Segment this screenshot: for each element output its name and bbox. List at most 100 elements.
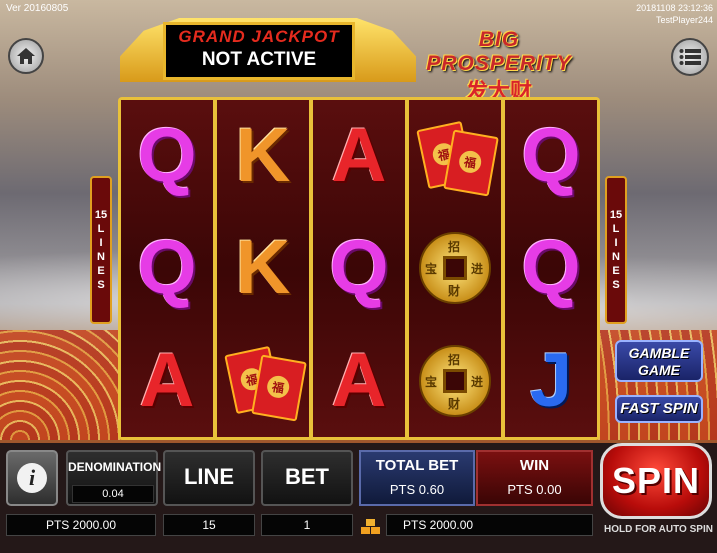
- gamble-label-line1: GAMBLE: [628, 345, 690, 361]
- lines-letter: N: [97, 251, 105, 263]
- lines-letter: L: [612, 223, 620, 235]
- envelope-card: 福: [443, 129, 499, 197]
- reel-cell: J: [505, 325, 597, 437]
- gold-coin-symbol: 招进财宝: [419, 232, 491, 304]
- menu-button[interactable]: [671, 38, 709, 76]
- jackpot-status: NOT ACTIVE: [201, 49, 317, 70]
- coin-glyph: 进: [471, 262, 484, 276]
- reel-4: 福福招进财宝招进财宝: [409, 100, 501, 437]
- symbol-a: A: [331, 113, 387, 198]
- reel-cell: 招进财宝: [409, 325, 501, 437]
- reel-cell: Q: [505, 212, 597, 324]
- symbol-q: Q: [521, 113, 581, 198]
- logo-english: BIG PROSPERITY: [426, 28, 572, 75]
- bet-value: 1: [261, 514, 353, 536]
- symbol-q: Q: [137, 113, 197, 198]
- reel-cell: K: [217, 212, 309, 324]
- coin-glyph: 财: [448, 284, 461, 298]
- home-icon: [17, 48, 35, 64]
- fast-spin-button[interactable]: FAST SPIN: [615, 395, 703, 423]
- reel-cell: 福福: [409, 100, 501, 212]
- coin-glyph: 宝: [425, 375, 438, 389]
- jackpot-title: GRAND JACKPOT: [178, 27, 340, 46]
- header-info: 20181108 23:12:36 TestPlayer244: [636, 2, 713, 26]
- reel-grid: QQAKK福福AQA福福招进财宝招进财宝QQJ: [118, 97, 600, 440]
- reel-cell: A: [313, 100, 405, 212]
- spin-button[interactable]: SPIN: [600, 443, 712, 519]
- reel-cell: Q: [313, 212, 405, 324]
- reel-1: QQA: [121, 100, 213, 437]
- symbol-k: K: [235, 225, 291, 310]
- gamble-label-line2: GAME: [638, 362, 680, 378]
- datetime-label: 20181108 23:12:36: [636, 3, 713, 13]
- coin-hole: [443, 369, 467, 393]
- envelope-glyph: 福: [265, 374, 291, 400]
- denomination-label: DENOMINATION: [68, 460, 162, 474]
- home-button[interactable]: [8, 38, 44, 74]
- lines-letter: I: [99, 237, 103, 249]
- lines-count: 15: [609, 209, 623, 221]
- symbol-a: A: [139, 338, 195, 423]
- menu-icon: [679, 49, 701, 65]
- reel-cell: Q: [121, 212, 213, 324]
- gamble-game-button[interactable]: GAMBLE GAME: [615, 340, 703, 382]
- reel-cell: Q: [505, 100, 597, 212]
- win-value: PTS 0.00: [507, 482, 562, 497]
- reel-3: AQA: [313, 100, 405, 437]
- symbol-a: A: [331, 338, 387, 423]
- line-button[interactable]: LINE: [163, 450, 255, 506]
- gold-coin-symbol: 招进财宝: [419, 345, 491, 417]
- symbol-q: Q: [137, 225, 197, 310]
- red-envelope-symbol: 福福: [224, 344, 307, 422]
- reel-cell: 福福: [217, 325, 309, 437]
- game-logo: BIG PROSPERITY 发大财: [408, 28, 590, 106]
- coin-glyph: 招: [448, 240, 461, 254]
- total-bet-display: TOTAL BET PTS 0.60: [359, 450, 475, 506]
- symbol-q: Q: [329, 225, 389, 310]
- balance-value: PTS 2000.00: [6, 514, 156, 536]
- reel-cell: A: [313, 325, 405, 437]
- line-value: 15: [163, 514, 255, 536]
- lines-letter: N: [612, 251, 620, 263]
- reel-cell: A: [121, 325, 213, 437]
- lines-indicator-left: 15 L I N E S: [90, 176, 112, 324]
- version-label: Ver 20160805: [6, 3, 69, 14]
- coin-stack-icon: [361, 519, 380, 534]
- envelope-card: 福: [251, 354, 307, 422]
- reel-5: QQJ: [505, 100, 597, 437]
- lines-letter: S: [97, 279, 105, 291]
- coin-glyph: 招: [448, 353, 461, 367]
- jackpot-display: GRAND JACKPOT NOT ACTIVE: [163, 22, 355, 80]
- info-icon: i: [17, 463, 47, 493]
- info-button[interactable]: i: [6, 450, 58, 506]
- denomination-value: 0.04: [72, 485, 154, 503]
- coin-glyph: 进: [471, 375, 484, 389]
- lines-letter: S: [612, 279, 620, 291]
- coin-glyph: 财: [448, 397, 461, 411]
- symbol-j: J: [529, 338, 573, 423]
- player-name: TestPlayer244: [655, 15, 713, 25]
- total-bet-value: PTS 0.60: [389, 482, 445, 497]
- bet-button[interactable]: BET: [261, 450, 353, 506]
- lines-letter: E: [97, 265, 105, 277]
- lines-indicator-right: 15 L I N E S: [605, 176, 627, 324]
- lines-letter: E: [612, 265, 620, 277]
- total-bet-label: TOTAL BET: [375, 457, 459, 474]
- coin-glyph: 宝: [425, 262, 438, 276]
- credit-value: PTS 2000.00: [386, 514, 593, 536]
- win-display: WIN PTS 0.00: [476, 450, 593, 506]
- reel-cell: Q: [121, 100, 213, 212]
- symbol-q: Q: [521, 225, 581, 310]
- red-envelope-symbol: 福福: [416, 119, 499, 197]
- win-label: WIN: [519, 457, 550, 474]
- coin-hole: [443, 256, 467, 280]
- lines-count: 15: [94, 209, 108, 221]
- reel-cell: 招进财宝: [409, 212, 501, 324]
- lines-letter: I: [614, 237, 618, 249]
- envelope-glyph: 福: [457, 149, 483, 175]
- reel-cell: K: [217, 100, 309, 212]
- hold-auto-spin-hint: HOLD FOR AUTO SPIN: [604, 524, 713, 535]
- symbol-k: K: [235, 113, 291, 198]
- lines-letter: L: [97, 223, 105, 235]
- reel-2: KK 福福: [217, 100, 309, 437]
